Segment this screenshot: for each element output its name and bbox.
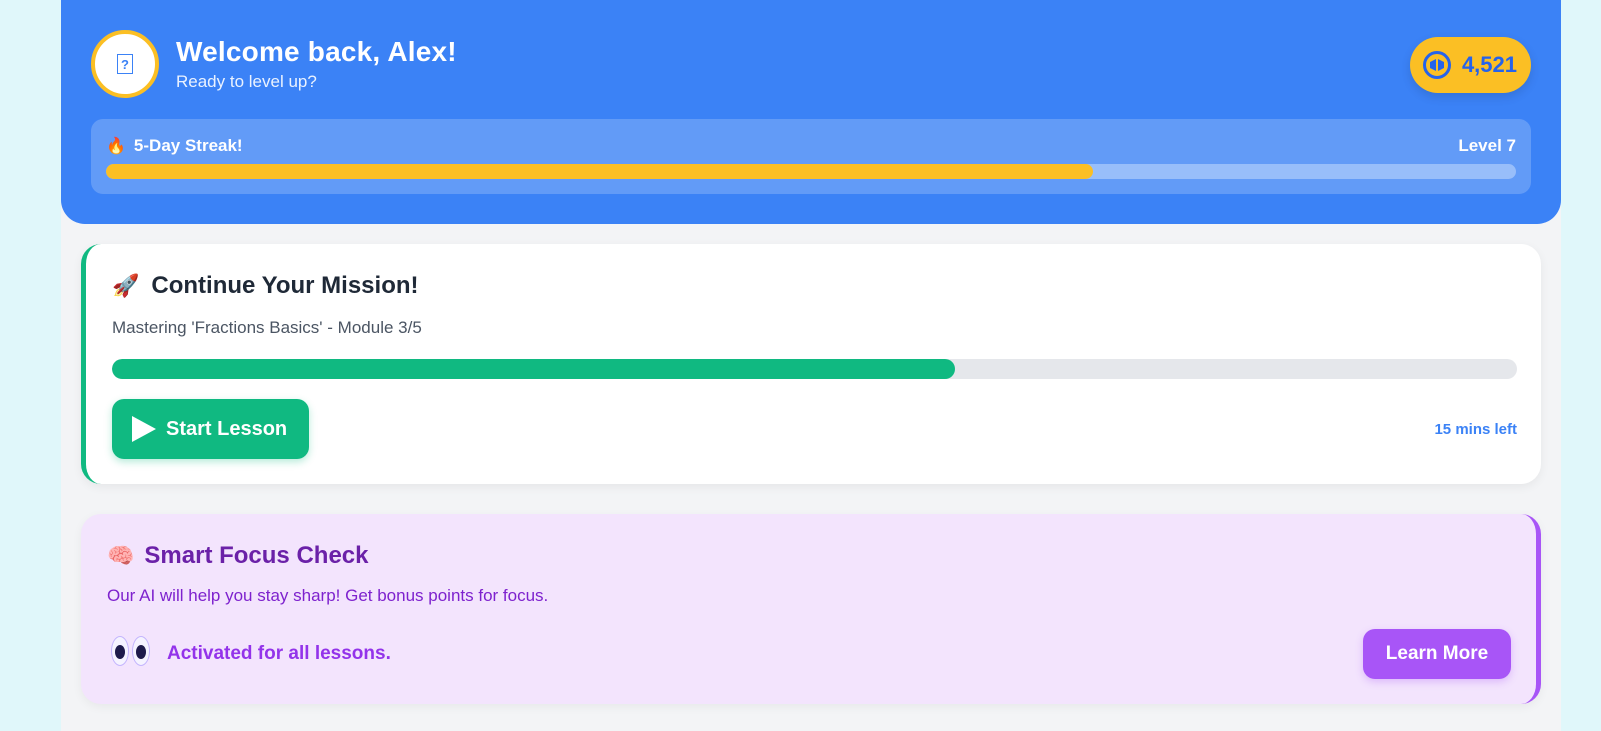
flame-icon: 🔥 [106,138,126,155]
streak-label: 🔥 5-Day Streak! [106,136,243,156]
avatar-icon: ? [117,54,133,74]
mission-title: 🚀 Continue Your Mission! [112,272,419,300]
mission-progress-fill [112,359,955,379]
learn-more-button[interactable]: Learn More [1363,629,1511,679]
start-lesson-button[interactable]: Start Lesson [112,399,309,459]
xp-progress-fill [106,164,1093,179]
xp-progress-bar [106,164,1516,179]
mission-description: Mastering 'Fractions Basics' - Module 3/… [112,318,422,337]
focus-description: Our AI will help you stay sharp! Get bon… [107,586,549,605]
play-icon [132,416,156,442]
level-label: Level 7 [1458,136,1516,155]
welcome-title: Welcome back, Alex! [176,36,457,67]
streak-text: 5-Day Streak! [133,136,243,155]
eyes-icon [111,636,150,666]
brain-icon: 🧠 [107,543,135,568]
focus-title: 🧠 Smart Focus Check [107,542,368,570]
points-value: 4,521 [1461,52,1517,77]
header-banner: ? Welcome back, Alex! Ready to level up?… [61,0,1561,224]
start-lesson-label: Start Lesson [166,417,288,440]
focus-card: 🧠 Smart Focus Check Our AI will help you… [81,514,1541,704]
mission-progress-bar [112,359,1517,379]
eye-right [132,636,150,666]
avatar[interactable]: ? [91,30,159,98]
mission-card: 🚀 Continue Your Mission! Mastering 'Frac… [81,244,1541,484]
mission-title-text: Continue Your Mission! [151,272,419,299]
welcome-subtitle: Ready to level up? [176,72,317,91]
focus-status: Activated for all lessons. [167,643,391,664]
eye-left [111,636,129,666]
time-left: 15 mins left [1434,421,1517,438]
points-badge[interactable]: 4,521 [1409,37,1531,93]
app-container: ? Welcome back, Alex! Ready to level up?… [61,0,1561,731]
streak-panel: 🔥 5-Day Streak! Level 7 [91,119,1531,194]
coin-icon [1422,51,1451,79]
focus-title-text: Smart Focus Check [144,542,369,569]
rocket-icon: 🚀 [112,273,140,298]
